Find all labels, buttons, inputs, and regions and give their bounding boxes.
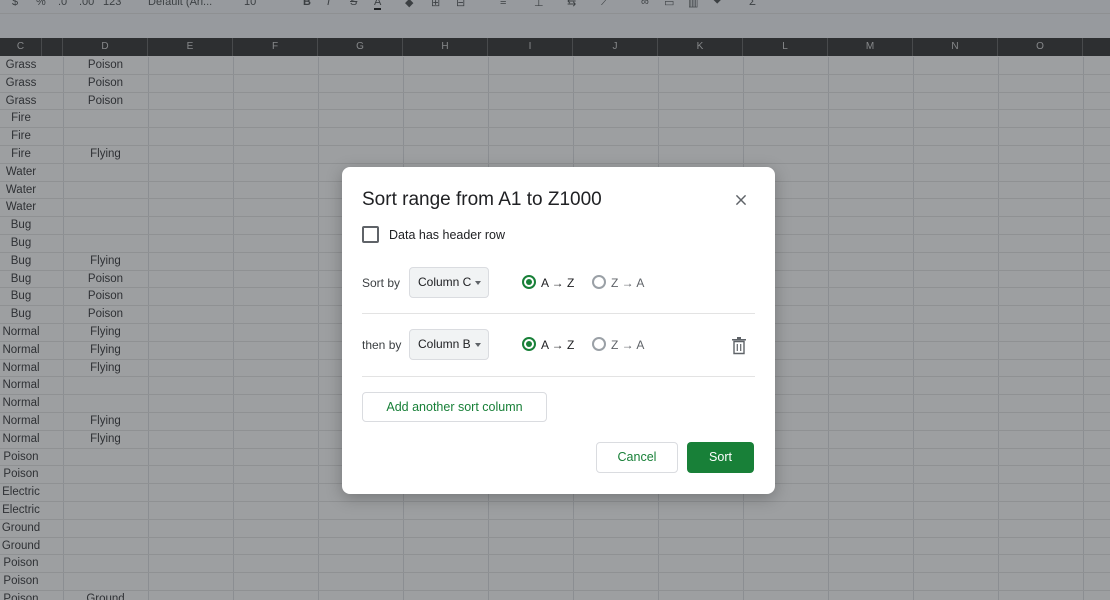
add-sort-column-button[interactable]: Add another sort column xyxy=(362,392,547,422)
sort-by-desc-radio[interactable] xyxy=(592,275,606,289)
then-by-desc-radio[interactable] xyxy=(592,337,606,351)
sort-range-dialog: Sort range from A1 to Z1000 Data has hea… xyxy=(342,167,775,494)
close-button[interactable] xyxy=(730,189,752,211)
sort-by-asc-radio[interactable] xyxy=(522,275,536,289)
then-by-asc-radio[interactable] xyxy=(522,337,536,351)
dialog-title: Sort range from A1 to Z1000 xyxy=(362,189,602,210)
sort-by-column-select[interactable]: Column C xyxy=(409,267,489,298)
sort-by-desc-label: Z → A xyxy=(611,276,645,290)
header-row-checkbox-label: Data has header row xyxy=(389,228,506,242)
sort-button[interactable]: Sort xyxy=(687,442,754,473)
delete-sort-column-button[interactable] xyxy=(731,337,747,355)
then-by-label: then by xyxy=(362,338,402,352)
divider xyxy=(362,313,755,314)
sort-by-column-value: Column C xyxy=(418,275,472,289)
then-by-column-select[interactable]: Column B xyxy=(409,329,489,360)
divider xyxy=(362,376,755,377)
then-by-desc-label: Z → A xyxy=(611,338,645,352)
sort-by-label: Sort by xyxy=(362,276,401,290)
cancel-button[interactable]: Cancel xyxy=(596,442,678,473)
trash-icon xyxy=(732,337,746,355)
then-by-asc-label: A → Z xyxy=(541,338,575,352)
then-by-column-value: Column B xyxy=(418,337,471,351)
close-icon xyxy=(735,194,747,206)
header-row-checkbox[interactable] xyxy=(362,226,379,243)
chevron-down-icon xyxy=(475,281,481,285)
sort-by-asc-label: A → Z xyxy=(541,276,575,290)
chevron-down-icon xyxy=(475,343,481,347)
